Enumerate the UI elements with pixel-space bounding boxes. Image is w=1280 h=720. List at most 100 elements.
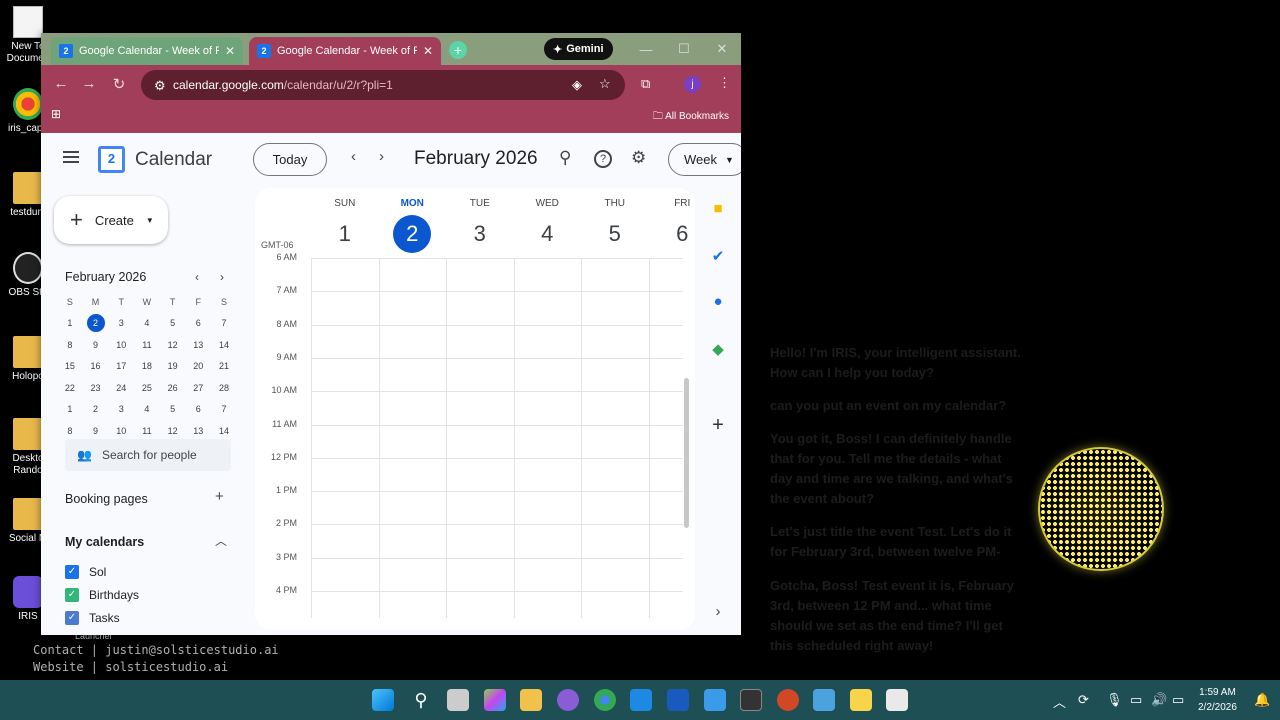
bell-icon[interactable]: 🔔 (1254, 692, 1270, 708)
site-info-icon[interactable]: ⚙ (154, 78, 166, 94)
search-icon[interactable]: ⚲ (559, 148, 571, 168)
calendar-item-tasks[interactable]: ✓ Tasks (65, 611, 120, 625)
keep-icon[interactable]: ■ (701, 200, 735, 217)
main-menu-icon[interactable] (63, 151, 79, 163)
minimize-button[interactable]: — (627, 33, 665, 65)
start-icon[interactable] (372, 689, 394, 711)
view-select-button[interactable]: Week ▼ (668, 143, 741, 176)
calendar-item-sol[interactable]: ✓ Sol (65, 565, 106, 579)
address-bar[interactable]: calendar.google.com/calendar/u/2/r?pli=1 (141, 70, 625, 100)
chevron-up-icon[interactable]: ︿ (1053, 692, 1066, 711)
task-view-icon[interactable] (447, 689, 469, 711)
mini-day[interactable]: 6 (185, 318, 211, 328)
word-icon[interactable] (667, 689, 689, 711)
mini-day[interactable]: 10 (108, 340, 134, 350)
maps-icon[interactable]: ◆ (701, 340, 735, 358)
create-button[interactable]: + Create ▼ (54, 196, 168, 244)
mini-prev-icon[interactable]: ‹ (195, 270, 199, 284)
screen-search-icon[interactable]: ⧉ (641, 76, 650, 92)
mini-day[interactable]: 28 (211, 383, 237, 393)
day-date[interactable]: 4 (528, 215, 566, 253)
mini-day[interactable]: 14 (211, 340, 237, 350)
booking-pages-label[interactable]: Booking pages (65, 492, 148, 506)
network-icon[interactable]: ▭ (1130, 692, 1142, 708)
notepad-icon[interactable] (704, 689, 726, 711)
mini-day[interactable]: 6 (185, 404, 211, 414)
search-people-field[interactable]: 👥 Search for people (65, 439, 231, 471)
tasks-icon[interactable]: ✔ (701, 247, 735, 265)
file-explorer-icon[interactable] (520, 689, 542, 711)
mini-day[interactable]: 12 (160, 426, 186, 436)
mini-day[interactable]: 17 (108, 361, 134, 371)
copilot-icon[interactable] (484, 689, 506, 711)
settings-gear-icon[interactable]: ⚙ (631, 148, 646, 168)
mini-day[interactable]: 12 (160, 340, 186, 350)
mini-day[interactable]: 1 (57, 404, 83, 414)
mini-day[interactable]: 21 (211, 361, 237, 371)
mini-day[interactable]: 23 (83, 383, 109, 393)
close-tab-icon[interactable]: ✕ (225, 44, 235, 58)
mini-day[interactable]: 7 (211, 404, 237, 414)
checkbox-checked-icon[interactable]: ✓ (65, 588, 79, 602)
prev-week-icon[interactable]: ‹ (351, 148, 356, 165)
mini-day[interactable]: 10 (108, 426, 134, 436)
mini-day[interactable]: 2 (83, 314, 109, 333)
app-icon[interactable] (557, 689, 579, 711)
new-tab-button[interactable]: + (449, 41, 467, 59)
day-date[interactable]: 2 (393, 215, 432, 253)
add-booking-page-icon[interactable]: + (215, 488, 224, 505)
battery-icon[interactable]: ▭ (1172, 692, 1184, 708)
mini-day[interactable]: 20 (185, 361, 211, 371)
mini-day[interactable]: 3 (108, 404, 134, 414)
calendar-item-birthdays[interactable]: ✓ Birthdays (65, 588, 139, 602)
reload-icon[interactable]: ↻ (107, 75, 131, 93)
bookmark-star-icon[interactable]: ☆ (599, 76, 611, 92)
mini-day[interactable]: 5 (160, 318, 186, 328)
mini-day[interactable]: 5 (160, 404, 186, 414)
mini-day[interactable]: 9 (83, 426, 109, 436)
add-addon-icon[interactable]: + (701, 414, 735, 437)
today-button[interactable]: Today (253, 143, 327, 176)
checkbox-checked-icon[interactable]: ✓ (65, 565, 79, 579)
mini-day[interactable]: 7 (211, 318, 237, 328)
terminal-icon[interactable] (740, 689, 762, 711)
system-clock[interactable]: 1:59 AM 2/2/2026 (1198, 685, 1237, 715)
mini-day[interactable]: 13 (185, 340, 211, 350)
close-window-button[interactable]: ✕ (703, 33, 741, 65)
mini-day[interactable]: 11 (134, 340, 160, 350)
day-header[interactable]: TUE 3 (446, 198, 514, 253)
day-header[interactable]: WED 4 (514, 198, 582, 253)
mini-day[interactable]: 8 (57, 426, 83, 436)
search-icon[interactable]: ⚲ (410, 689, 432, 711)
help-icon[interactable]: ? (594, 150, 612, 168)
mini-day[interactable]: 9 (83, 340, 109, 350)
eye-off-icon[interactable]: ◈ (572, 77, 582, 93)
menu-kebab-icon[interactable]: ⋮ (718, 75, 731, 91)
day-date[interactable]: 6 (663, 215, 695, 253)
mini-day[interactable]: 3 (108, 318, 134, 328)
day-header[interactable]: SUN 1 (311, 198, 379, 253)
mini-day[interactable]: 2 (83, 404, 109, 414)
browser-tab[interactable]: 2 Google Calendar - Week of Feb ✕ (51, 37, 243, 65)
mini-day[interactable]: 4 (134, 318, 160, 328)
mini-day[interactable]: 11 (134, 426, 160, 436)
forward-icon[interactable]: → (77, 75, 101, 92)
checkbox-checked-icon[interactable]: ✓ (65, 611, 79, 625)
back-icon[interactable]: ← (49, 75, 73, 92)
chevron-up-icon[interactable]: ︿ (215, 532, 227, 549)
mini-next-icon[interactable]: › (220, 270, 224, 284)
contacts-icon[interactable]: ● (701, 293, 735, 310)
close-tab-icon[interactable]: ✕ (423, 44, 433, 58)
mini-day[interactable]: 16 (83, 361, 109, 371)
day-header[interactable]: FRI 6 (649, 198, 696, 253)
sync-icon[interactable]: ⟳ (1078, 692, 1089, 708)
chrome-icon[interactable] (594, 689, 616, 711)
vertical-scrollbar[interactable] (684, 378, 689, 528)
next-week-icon[interactable]: › (379, 148, 384, 165)
mini-day[interactable]: 14 (211, 426, 237, 436)
gallery-icon[interactable] (813, 689, 835, 711)
mini-day[interactable]: 24 (108, 383, 134, 393)
apps-grid-icon[interactable]: ⊞ (51, 107, 61, 121)
maximize-button[interactable]: ☐ (665, 33, 703, 65)
day-date[interactable]: 1 (326, 215, 364, 253)
